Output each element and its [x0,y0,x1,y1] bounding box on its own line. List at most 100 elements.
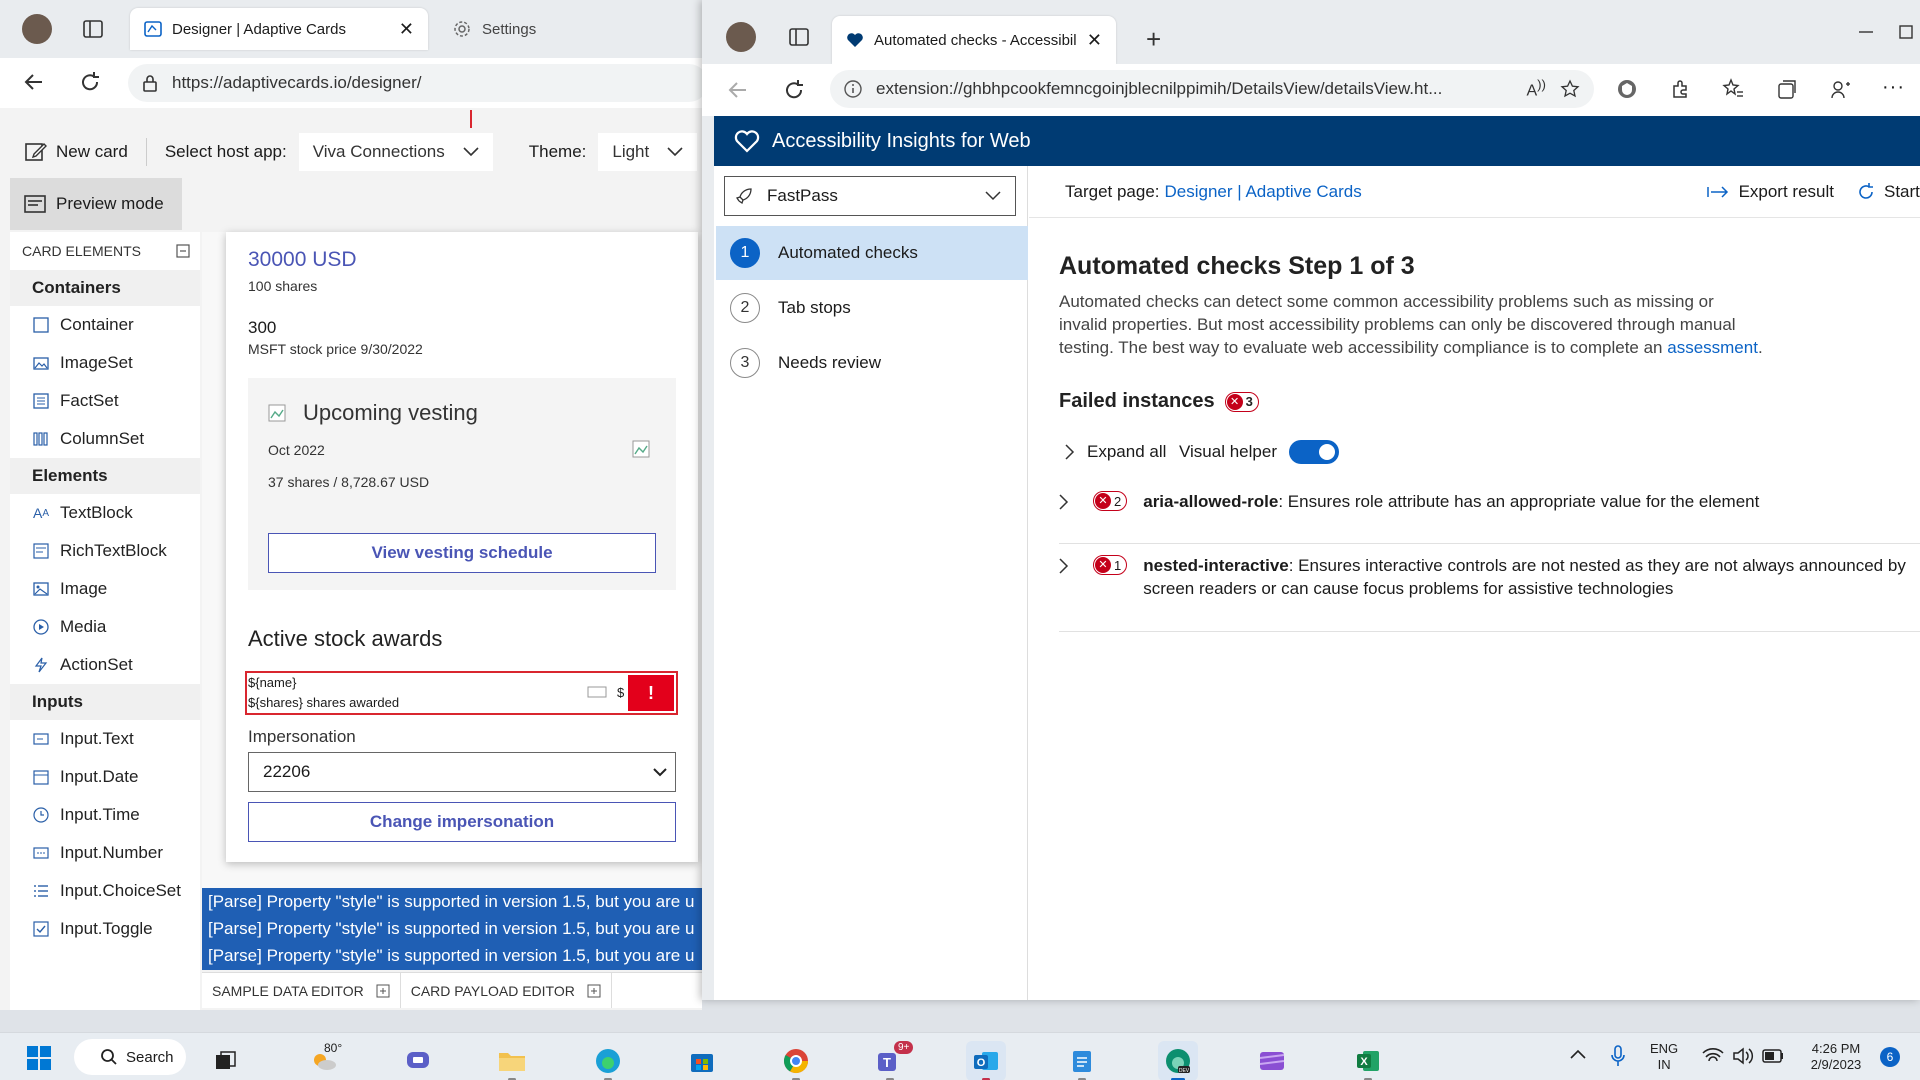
extension-shield-icon[interactable] [1616,78,1638,100]
mode-select[interactable]: FastPass [724,176,1016,216]
right-url: extension://ghbhpcookfemncgoinjblecnilpp… [876,79,1443,98]
back-icon[interactable] [726,78,750,102]
assessment-link[interactable]: assessment [1667,338,1758,357]
palette-item-imageset[interactable]: ImageSet [10,344,200,382]
failed-instances-title: Failed instances ✕ 3 [1059,390,1259,413]
refresh-icon[interactable] [782,78,806,102]
palette-item-input-number[interactable]: Input.Number [10,834,200,872]
volume-icon[interactable] [1732,1047,1754,1065]
new-tab-icon[interactable]: + [1146,24,1161,55]
taskbar-search[interactable]: Search [74,1039,186,1075]
clipchamp-icon[interactable] [1252,1041,1292,1080]
rule-row-aria-allowed-role[interactable]: ✕ 2 aria-allowed-role: Ensures role attri… [1059,484,1920,544]
tab-actions-icon[interactable] [788,26,810,48]
app-title: Accessibility Insights for Web [772,129,1031,152]
profile-avatar[interactable] [22,14,52,44]
tab-automated-checks[interactable]: Automated checks - Accessibil ✕ [832,16,1116,64]
impersonation-value: 22206 [263,762,311,781]
palette-item-container[interactable]: Container [10,306,200,344]
excel-icon[interactable]: X [1348,1041,1388,1080]
outlook-icon[interactable]: O [966,1040,1006,1080]
maximize-icon[interactable] [1898,24,1914,40]
palette-item-input-time[interactable]: Input.Time [10,796,200,834]
collapse-icon[interactable] [176,244,190,258]
sample-data-editor-tab[interactable]: SAMPLE DATA EDITOR [202,973,401,1008]
favorites-icon[interactable] [1722,78,1744,100]
palette-item-actionset[interactable]: ActionSet [10,646,200,684]
target-page-link[interactable]: Designer | Adaptive Cards [1165,182,1362,202]
clock[interactable]: 4:26 PM 2/9/2023 [1796,1041,1876,1073]
teams-icon[interactable]: T 9+ [870,1040,914,1080]
close-tab-icon[interactable]: ✕ [1087,30,1102,51]
right-address-bar[interactable]: extension://ghbhpcookfemncgoinjblecnilpp… [830,70,1594,108]
language-indicator[interactable]: ENG IN [1650,1041,1678,1073]
notification-badge[interactable]: 6 [1880,1047,1900,1067]
store-icon[interactable] [682,1041,722,1080]
right-address-row: extension://ghbhpcookfemncgoinjblecnilpp… [702,64,1920,116]
weather-icon[interactable]: 80° [304,1041,344,1080]
broken-image-icon [632,440,650,458]
palette-item-factset[interactable]: FactSet [10,382,200,420]
nav-automated-checks[interactable]: 1 Automated checks [716,226,1028,280]
palette-item-input-toggle[interactable]: Input.Toggle [10,910,200,948]
impersonation-select[interactable]: 22206 [248,752,676,792]
tab-settings[interactable]: Settings [438,8,638,50]
visual-helper-toggle[interactable] [1288,440,1339,464]
start-over-button[interactable]: Start [1856,182,1920,202]
change-impersonation-button[interactable]: Change impersonation [248,802,676,842]
host-app-select[interactable]: Viva Connections [298,133,493,171]
chrome-icon[interactable] [776,1041,816,1080]
chat-icon[interactable] [398,1041,438,1080]
palette-item-richtextblock[interactable]: RichTextBlock [10,532,200,570]
palette-item-columnset[interactable]: ColumnSet [10,420,200,458]
share-icon[interactable] [1830,78,1852,100]
nav-tab-stops[interactable]: 2 Tab stops [716,281,1028,335]
minimize-icon[interactable] [1856,22,1876,42]
edge-dev-icon[interactable]: DEV [1158,1040,1198,1080]
read-aloud-icon[interactable]: A)) [1526,77,1546,100]
card-payload-editor-tab[interactable]: CARD PAYLOAD EDITOR [401,973,612,1008]
palette-item-media[interactable]: Media [10,608,200,646]
notepad-icon[interactable] [1062,1041,1102,1080]
close-tab-icon[interactable]: ✕ [399,19,414,40]
expand-all-button[interactable]: Expand all [1065,442,1166,462]
theme-select[interactable]: Light [598,133,698,171]
favorite-add-icon[interactable] [1560,79,1580,99]
more-options-icon[interactable]: ··· [1882,76,1905,99]
expand-icon [587,984,601,998]
wifi-icon[interactable] [1702,1047,1724,1065]
back-icon[interactable] [22,70,46,94]
visual-helper-toggle-row: Visual helper [1179,440,1339,464]
tab-designer[interactable]: Designer | Adaptive Cards ✕ [130,8,428,50]
palette-item-input-text[interactable]: Input.Text [10,720,200,758]
palette-item-input-choiceset[interactable]: Input.ChoiceSet [10,872,200,910]
new-card-button[interactable]: New card [24,140,128,164]
start-icon[interactable] [26,1045,52,1071]
task-view-icon[interactable] [206,1041,246,1080]
palette-item-textblock[interactable]: A A TextBlock [10,494,200,532]
file-explorer-icon[interactable] [492,1041,532,1080]
extensions-icon[interactable] [1670,78,1692,100]
preview-mode-button[interactable]: Preview mode [10,178,182,230]
chevron-up-icon[interactable] [1570,1049,1586,1059]
palette-item-input-date[interactable]: Input.Date [10,758,200,796]
profile-avatar[interactable] [726,22,756,52]
tab-actions-icon[interactable] [82,18,104,40]
palette-item-image[interactable]: Image [10,570,200,608]
refresh-icon[interactable] [78,70,102,94]
tab-designer-label: Designer | Adaptive Cards [172,20,346,38]
view-vesting-schedule-button[interactable]: View vesting schedule [268,533,656,573]
card-payload-editor-label: CARD PAYLOAD EDITOR [410,982,575,999]
collections-icon[interactable] [1776,78,1798,100]
edge-icon[interactable] [588,1041,628,1080]
stock-shares: 100 shares [248,278,318,294]
template-error-row[interactable]: ${name} ${shares} shares awarded $ ! [245,671,678,715]
microphone-icon[interactable] [1610,1045,1626,1067]
battery-icon[interactable] [1762,1049,1784,1063]
export-result-button[interactable]: Export result [1706,182,1834,202]
editor-tabs: SAMPLE DATA EDITOR CARD PAYLOAD EDITOR [202,972,702,1008]
rule-row-nested-interactive[interactable]: ✕ 1 nested-interactive: Ensures interacti… [1059,548,1920,632]
nav-needs-review[interactable]: 3 Needs review [716,336,1028,390]
left-address-bar[interactable]: https://adaptivecards.io/designer/ [128,64,702,102]
active-awards-title: Active stock awards [248,626,443,651]
